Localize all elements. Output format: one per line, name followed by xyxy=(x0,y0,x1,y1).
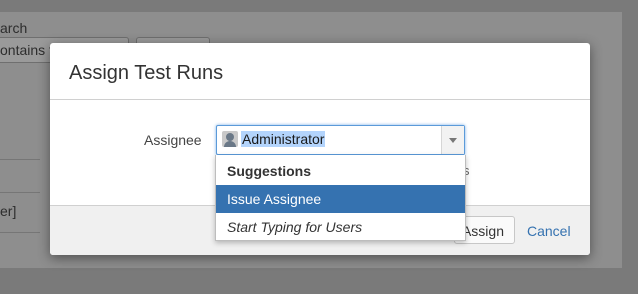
background-divider xyxy=(0,192,40,193)
assignee-label: Assignee xyxy=(144,132,202,148)
assignee-select-value[interactable]: Administrator xyxy=(241,131,326,147)
background-divider xyxy=(0,232,40,233)
assignee-select[interactable]: Administrator xyxy=(216,125,465,155)
suggestion-issue-assignee[interactable]: Issue Assignee xyxy=(216,185,465,213)
dialog-header: Assign Test Runs xyxy=(50,43,590,100)
background-search-label: arch xyxy=(0,20,28,36)
cancel-link[interactable]: Cancel xyxy=(527,223,571,239)
suggestions-header: Suggestions xyxy=(227,163,312,179)
assignee-suggestions-dropdown: Suggestions Issue Assignee Start Typing … xyxy=(215,155,466,241)
background-divider xyxy=(0,159,40,160)
background-bracket-text: er] xyxy=(0,203,17,219)
background-search-input-text: ontains t xyxy=(0,42,53,58)
suggestion-start-typing[interactable]: Start Typing for Users xyxy=(216,213,465,241)
dialog-title: Assign Test Runs xyxy=(69,62,224,84)
dropdown-arrow-icon[interactable] xyxy=(441,126,464,154)
user-avatar-icon xyxy=(222,131,238,147)
